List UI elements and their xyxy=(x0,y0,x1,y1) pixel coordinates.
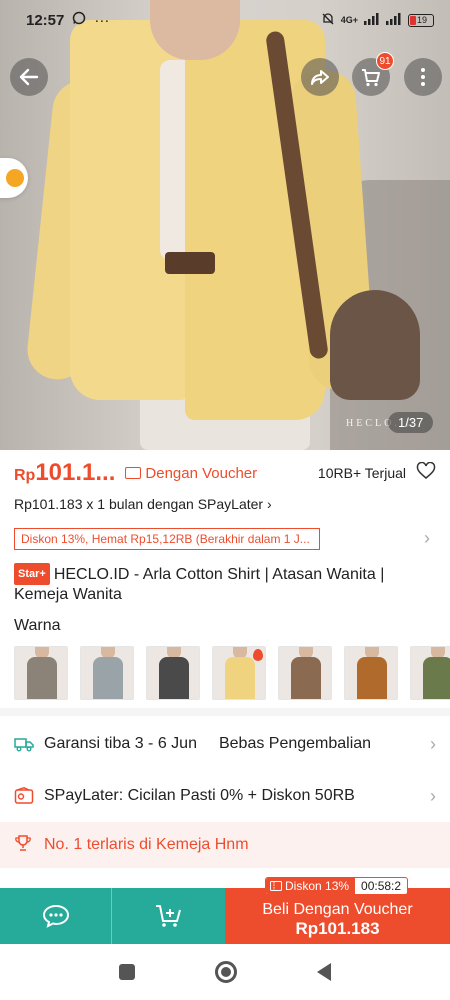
share-icon xyxy=(311,70,329,85)
swatch-color xyxy=(93,657,123,699)
chevron-right-icon: › xyxy=(430,785,436,806)
bottom-action-bar: Beli Dengan Voucher Rp101.183 xyxy=(0,888,450,944)
variant-swatch[interactable] xyxy=(14,646,68,700)
back-button[interactable] xyxy=(10,58,48,96)
buy-button-label: Beli Dengan Voucher xyxy=(262,901,413,918)
signal-icon xyxy=(364,12,380,28)
price: Rp101.1... xyxy=(14,459,115,487)
battery-level: 19 xyxy=(417,15,428,25)
mute-icon xyxy=(321,12,335,29)
image-counter: 1/37 xyxy=(388,412,434,433)
swatch-color xyxy=(159,657,189,699)
voucher-tag-icon xyxy=(125,467,142,479)
swatch-color xyxy=(357,657,387,699)
system-navigation-bar xyxy=(0,944,450,1000)
countdown-timer: 00:58:2 xyxy=(361,879,402,893)
star-plus-badge: Star+ xyxy=(14,563,50,585)
returns-label: Bebas Pengembalian xyxy=(218,735,372,752)
swatch-color xyxy=(423,657,450,699)
battery-icon: 19 xyxy=(408,13,434,27)
spaylater-promo-label: SPayLater: Cicilan Pasti 0% + Diskon 50R… xyxy=(44,787,355,804)
variant-swatches xyxy=(14,646,450,702)
system-back-button[interactable] xyxy=(317,963,331,981)
bestseller-row[interactable]: No. 1 terlaris di Kemeja Hnm xyxy=(0,822,450,868)
discount-timer-pill: Diskon 13% 00:58:2 xyxy=(265,877,409,895)
variant-swatch[interactable] xyxy=(410,646,450,700)
variant-swatch[interactable] xyxy=(278,646,332,700)
add-to-cart-icon xyxy=(155,905,181,927)
image-belt xyxy=(165,252,215,274)
product-title-block: Star+ HECLO.ID - Arla Cotton Shirt | Atas… xyxy=(14,563,434,605)
image-bag xyxy=(330,290,420,400)
trophy-icon xyxy=(14,834,32,857)
price-currency: Rp xyxy=(14,467,36,484)
status-bar: 12:57 ··· 4G+ 19 xyxy=(0,0,450,40)
more-options-button[interactable] xyxy=(404,58,442,96)
cart-count-badge: 91 xyxy=(376,52,394,70)
home-button[interactable] xyxy=(215,961,237,983)
more-notifications-icon: ··· xyxy=(94,11,110,29)
timer-discount-label: Diskon 13% xyxy=(285,879,350,893)
status-time: 12:57 xyxy=(26,11,65,29)
signal-icon-2 xyxy=(386,12,402,28)
share-button[interactable] xyxy=(301,58,339,96)
shipping-label: Garansi tiba 3 - 6 Jun xyxy=(44,735,197,752)
shipping-row[interactable]: Garansi tiba 3 - 6 Jun Bebas Pengembalia… xyxy=(0,718,450,770)
hot-flame-icon xyxy=(253,649,263,661)
favorite-button[interactable] xyxy=(416,461,436,485)
variant-swatch[interactable] xyxy=(80,646,134,700)
chevron-right-icon: › xyxy=(424,528,430,548)
variant-swatch[interactable] xyxy=(146,646,200,700)
coin-icon xyxy=(6,169,24,187)
buy-button-price: Rp101.183 xyxy=(295,919,380,938)
arrow-left-icon xyxy=(19,68,39,86)
spaylater-icon xyxy=(14,786,34,806)
discount-banner[interactable]: Diskon 13%, Hemat Rp15,12RB (Berakhir da… xyxy=(14,528,320,550)
add-to-cart-button[interactable] xyxy=(112,888,225,944)
heart-icon xyxy=(416,461,436,479)
product-title: HECLO.ID - Arla Cotton Shirt | Atasan Wa… xyxy=(14,566,385,603)
whatsapp-icon xyxy=(72,11,86,29)
cart-icon xyxy=(362,69,380,87)
more-vertical-icon xyxy=(421,68,425,86)
spaylater-promo-row[interactable]: SPayLater: Cicilan Pasti 0% + Diskon 50R… xyxy=(0,770,450,822)
variant-swatch[interactable] xyxy=(344,646,398,700)
chat-icon xyxy=(42,904,69,928)
sold-count: 10RB+ Terjual xyxy=(317,465,406,481)
variant-swatch[interactable] xyxy=(212,646,266,700)
cart-button[interactable]: 91 xyxy=(352,52,394,96)
product-page: HECLO.ID 12:57 ··· 4G+ 19 91 1/37 Rp101.… xyxy=(0,0,450,1000)
chat-button[interactable] xyxy=(0,888,112,944)
voucher-label: Dengan Voucher xyxy=(145,464,258,482)
network-label: 4G+ xyxy=(340,15,358,25)
buy-with-voucher-button[interactable]: Beli Dengan Voucher Rp101.183 xyxy=(225,888,450,944)
truck-icon xyxy=(14,734,34,754)
timer-discount: Diskon 13% xyxy=(266,878,356,894)
recent-apps-button[interactable] xyxy=(119,964,135,980)
price-row: Rp101.1... Dengan Voucher 10RB+ Terjual xyxy=(0,450,450,496)
section-divider xyxy=(0,708,450,716)
ticket-icon xyxy=(270,881,282,891)
swatch-color xyxy=(225,657,255,699)
bestseller-label: No. 1 terlaris di Kemeja Hnm xyxy=(44,836,249,853)
variant-label: Warna xyxy=(14,617,61,634)
swatch-color xyxy=(291,657,321,699)
chevron-right-icon: › xyxy=(430,733,436,754)
price-amount: 101.1... xyxy=(35,459,116,486)
swatch-color xyxy=(27,657,57,699)
spaylater-installment-link[interactable]: Rp101.183 x 1 bulan dengan SPayLater › xyxy=(14,496,272,512)
voucher-link[interactable]: Dengan Voucher xyxy=(125,465,257,482)
